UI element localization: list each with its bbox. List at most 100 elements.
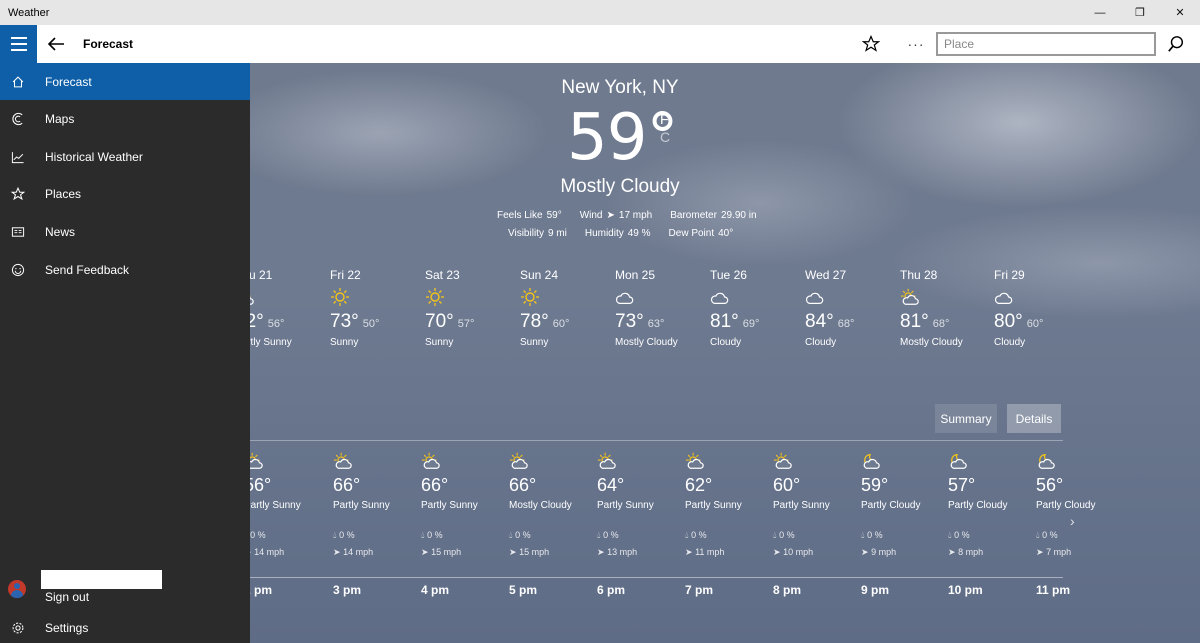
- daily-forecast-item[interactable]: Sun 24 78° 60° Sunny: [520, 268, 610, 348]
- hour-temp: 66°: [421, 475, 449, 495]
- sidebar-item-news[interactable]: News: [0, 213, 250, 250]
- place-search-input[interactable]: [936, 32, 1156, 56]
- maximize-button[interactable]: ❐: [1120, 0, 1160, 25]
- hour-wind: 8 mph: [958, 547, 984, 557]
- raindrop-icon: 💧︎: [421, 530, 425, 540]
- hourly-forecast-item[interactable]: 62° Partly Sunny 💧︎ 0 % ➤ 11 mph 7 pm: [685, 451, 769, 597]
- wind-direction-icon: ➤: [509, 547, 517, 557]
- daily-forecast-item[interactable]: Tue 26 81° 69° Cloudy: [710, 268, 800, 348]
- hour-wind: 15 mph: [519, 547, 550, 557]
- sidebar-item-send-feedback[interactable]: Send Feedback: [0, 251, 250, 288]
- raindrop-icon: 💧︎: [773, 530, 777, 540]
- hourly-forecast-item[interactable]: 60° Partly Sunny 💧︎ 0 % ➤ 10 mph 8 pm: [773, 451, 857, 597]
- daily-forecast-item[interactable]: Fri 29 80° 60° Cloudy: [994, 268, 1084, 348]
- partly-cloudy-night-icon: [1036, 451, 1120, 471]
- sidebar-item-historical-weather[interactable]: Historical Weather: [0, 138, 250, 175]
- page-title: Forecast: [83, 37, 134, 51]
- smiley-icon: [9, 263, 27, 277]
- high-temp: 70°: [425, 311, 454, 332]
- humidity-label: Humidity: [584, 228, 624, 239]
- partly-sunny-icon: [421, 451, 505, 471]
- more-options-button[interactable]: ···: [904, 33, 928, 55]
- fahrenheit-toggle[interactable]: F: [660, 111, 669, 127]
- hour-precip: 0 %: [691, 530, 707, 540]
- sign-out-link[interactable]: Sign out: [45, 590, 89, 604]
- hour-temp: 56°: [1036, 475, 1064, 495]
- sidebar-item-label: Forecast: [45, 74, 92, 89]
- wind-direction-icon: ➤: [1036, 547, 1044, 557]
- visibility-label: Visibility: [508, 228, 544, 239]
- tab-details[interactable]: Details: [1007, 404, 1061, 433]
- sidebar-item-places[interactable]: Places: [0, 176, 250, 213]
- hourly-forecast-item[interactable]: 66° Partly Sunny 💧︎ 0 % ➤ 14 mph 3 pm: [333, 451, 417, 597]
- hour-time: 10 pm: [948, 583, 983, 597]
- daily-forecast-item[interactable]: Sat 23 70° 57° Sunny: [425, 268, 515, 348]
- favorite-button[interactable]: [860, 33, 882, 55]
- sidebar-item-maps[interactable]: Maps: [0, 101, 250, 138]
- high-temp: 73°: [330, 311, 359, 332]
- celsius-toggle[interactable]: C: [660, 129, 670, 145]
- hour-condition: Partly Cloudy: [861, 500, 921, 511]
- window-controls: — ❐ ✕: [1080, 0, 1200, 25]
- home-icon: [9, 75, 27, 89]
- hourly-forecast-item[interactable]: 56° Partly Sunny 💧︎ 0 % ➤ 14 mph 2 pm: [244, 451, 328, 597]
- hour-wind: 9 mph: [871, 547, 897, 557]
- day-name: Wed 27: [805, 268, 847, 282]
- news-icon: [9, 225, 27, 239]
- hour-condition: Partly Sunny: [773, 500, 830, 511]
- low-temp: 56°: [267, 318, 285, 330]
- daily-forecast-item[interactable]: Mon 25 73° 63° Mostly Cloudy: [615, 268, 705, 348]
- settings-nav-item[interactable]: Settings: [0, 618, 250, 638]
- visibility-value: 9 mi: [547, 228, 567, 239]
- minimize-button[interactable]: —: [1080, 0, 1120, 25]
- sidebar-item-forecast[interactable]: Forecast: [0, 63, 250, 100]
- hour-precip: 0 %: [603, 530, 619, 540]
- next-hours-button[interactable]: ›: [1070, 513, 1075, 529]
- hourly-forecast-item[interactable]: 64° Partly Sunny 💧︎ 0 % ➤ 13 mph 6 pm: [597, 451, 681, 597]
- navigation-pane: Forecast Maps Historical Weather Places …: [0, 63, 250, 643]
- close-button[interactable]: ✕: [1160, 0, 1200, 25]
- daily-forecast-item[interactable]: Thu 28 81° 68° Mostly Cloudy: [900, 268, 990, 348]
- hour-precip: 0 %: [867, 530, 883, 540]
- partly-cloudy-night-icon: [861, 451, 945, 471]
- feels-like-label: Feels Like: [497, 210, 543, 221]
- raindrop-icon: 💧︎: [597, 530, 601, 540]
- hamburger-menu-button[interactable]: [0, 25, 37, 63]
- hourly-forecast-item[interactable]: 59° Partly Cloudy 💧︎ 0 % ➤ 9 mph 9 pm: [861, 451, 945, 597]
- day-condition: Mostly Cloudy: [900, 337, 963, 348]
- cloud-icon: [805, 287, 895, 307]
- low-temp: 63°: [647, 318, 665, 330]
- low-temp: 60°: [552, 318, 570, 330]
- hourly-forecast-item[interactable]: 56° Partly Cloudy 💧︎ 0 % ➤ 7 mph 11 pm: [1036, 451, 1120, 597]
- daily-forecast-item[interactable]: Wed 27 84° 68° Cloudy: [805, 268, 895, 348]
- feels-like-value: 59°: [546, 210, 562, 221]
- back-arrow-icon: [47, 37, 64, 51]
- day-name: Sun 24: [520, 268, 559, 282]
- hourly-forecast-item[interactable]: 66° Partly Sunny 💧︎ 0 % ➤ 15 mph 4 pm: [421, 451, 505, 597]
- back-button[interactable]: [44, 25, 68, 63]
- partly-sunny-icon: [773, 451, 857, 471]
- low-temp: 68°: [932, 318, 950, 330]
- raindrop-icon: 💧︎: [948, 530, 952, 540]
- command-bar: Forecast ···: [0, 25, 1200, 63]
- wind-direction-icon: ➤: [948, 547, 956, 557]
- dew-point-label: Dew Point: [668, 228, 715, 239]
- hourly-forecast-item[interactable]: 66° Mostly Cloudy 💧︎ 0 % ➤ 15 mph 5 pm: [509, 451, 593, 597]
- hourly-divider-bottom: [250, 577, 1063, 578]
- day-condition: Cloudy: [994, 337, 1026, 348]
- sidebar-item-label: Maps: [45, 112, 75, 127]
- search-button[interactable]: [1164, 32, 1188, 56]
- low-temp: 50°: [362, 318, 380, 330]
- partly-cloudy-night-icon: [948, 451, 1032, 471]
- hour-temp: 66°: [333, 475, 361, 495]
- avatar[interactable]: [8, 580, 26, 598]
- raindrop-icon: 💧︎: [1036, 530, 1040, 540]
- sidebar-item-label: Send Feedback: [45, 262, 130, 277]
- hour-time: 11 pm: [1036, 583, 1071, 597]
- cloud-icon: [710, 287, 800, 307]
- tab-summary[interactable]: Summary: [935, 404, 997, 433]
- mostly-cloudy-icon: [615, 287, 705, 307]
- daily-forecast-item[interactable]: Fri 22 73° 50° Sunny: [330, 268, 420, 348]
- hourly-forecast-item[interactable]: 57° Partly Cloudy 💧︎ 0 % ➤ 8 mph 10 pm: [948, 451, 1032, 597]
- details-row-1: Feels Like 59° Wind ➤ 17 mph Barometer 2…: [497, 210, 771, 221]
